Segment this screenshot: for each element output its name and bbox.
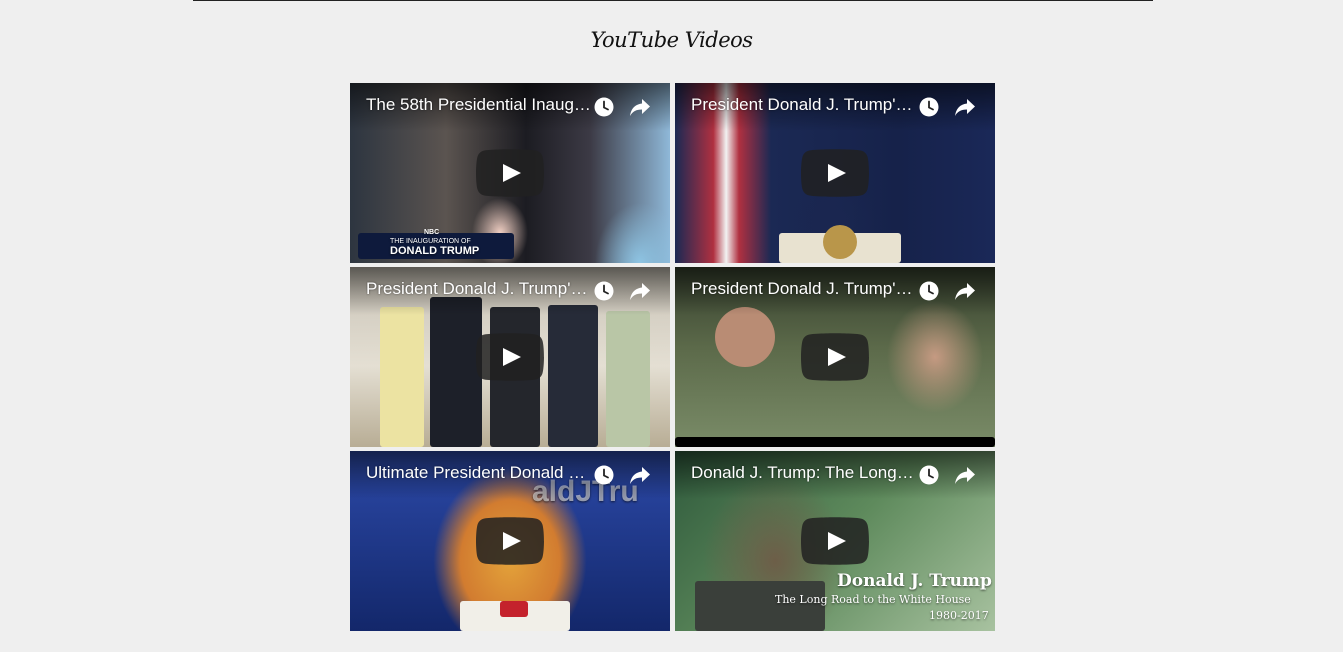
video-embed-3[interactable]: President Donald J. Trump's Trip Abroad xyxy=(350,267,670,447)
letterbox-bar xyxy=(675,437,995,447)
video-title[interactable]: The 58th Presidential Inauguration of Do… xyxy=(366,95,592,115)
play-icon[interactable] xyxy=(801,517,869,565)
video-embed-2[interactable]: President Donald J. Trump's First Year xyxy=(675,83,995,263)
clock-icon[interactable] xyxy=(594,97,614,117)
video-title[interactable]: President Donald J. Trump's Trip Abroad xyxy=(366,279,592,299)
share-arrow-icon[interactable] xyxy=(629,465,651,485)
play-icon[interactable] xyxy=(476,333,544,381)
section-title: YouTube Videos xyxy=(590,28,753,52)
person-figure xyxy=(380,307,424,447)
play-icon[interactable] xyxy=(476,149,544,197)
thumbnail-overlay-line: 1980-2017 xyxy=(929,609,989,622)
top-divider xyxy=(193,0,1153,1)
necktie xyxy=(500,601,528,617)
clock-icon[interactable] xyxy=(919,465,939,485)
video-title[interactable]: Donald J. Trump: The Long Road to the Wh… xyxy=(691,463,917,483)
share-arrow-icon[interactable] xyxy=(629,281,651,301)
thumbnail-overlay-line: Donald J. Trump xyxy=(837,571,992,591)
presidential-seal xyxy=(823,225,857,259)
video-embed-1[interactable]: NBC THE INAUGURATION OF DONALD TRUMP The… xyxy=(350,83,670,263)
person-figure xyxy=(548,305,598,447)
play-icon[interactable] xyxy=(476,517,544,565)
video-embed-5[interactable]: aldJTru Ultimate President Donald J. Tru… xyxy=(350,451,670,631)
play-icon[interactable] xyxy=(801,333,869,381)
soldier-figure xyxy=(715,307,775,367)
video-title[interactable]: Ultimate President Donald J. Trump Compi… xyxy=(366,463,592,483)
thumbnail-overlay-line: DONALD TRUMP xyxy=(390,245,480,257)
person-figure xyxy=(430,297,482,447)
person-figure xyxy=(606,311,650,447)
video-title[interactable]: President Donald J. Trump's Visit with T… xyxy=(691,279,917,299)
play-icon[interactable] xyxy=(801,149,869,197)
share-arrow-icon[interactable] xyxy=(954,465,976,485)
clock-icon[interactable] xyxy=(919,281,939,301)
clock-icon[interactable] xyxy=(594,465,614,485)
clock-icon[interactable] xyxy=(919,97,939,117)
thumbnail-overlay-line: NBC xyxy=(424,229,440,236)
share-arrow-icon[interactable] xyxy=(954,97,976,117)
thumbnail-overlay-line: The Long Road to the White House xyxy=(775,593,971,606)
video-grid: NBC THE INAUGURATION OF DONALD TRUMP The… xyxy=(350,83,995,631)
clock-icon[interactable] xyxy=(594,281,614,301)
video-embed-6[interactable]: Donald J. Trump The Long Road to the Whi… xyxy=(675,451,995,631)
share-arrow-icon[interactable] xyxy=(629,97,651,117)
thumbnail-overlay-line: THE INAUGURATION OF xyxy=(390,238,471,245)
video-title[interactable]: President Donald J. Trump's First Year xyxy=(691,95,917,115)
suit-shoulders xyxy=(695,581,825,631)
share-arrow-icon[interactable] xyxy=(954,281,976,301)
video-embed-4[interactable]: President Donald J. Trump's Visit with T… xyxy=(675,267,995,447)
